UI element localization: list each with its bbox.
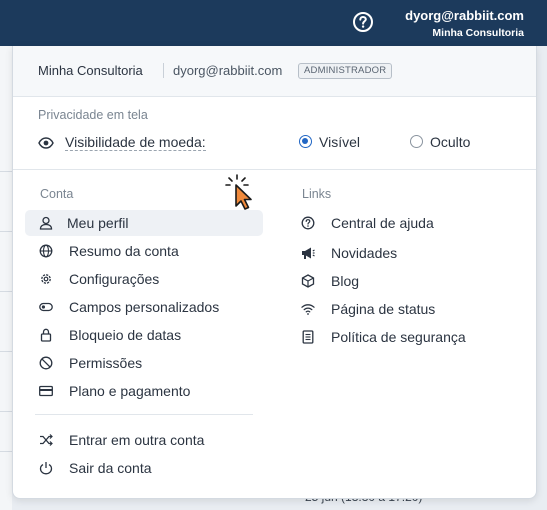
- cube-icon: [301, 274, 315, 288]
- account-dropdown-menu: Minha Consultoria dyorg@rabbiit.com ADMI…: [12, 46, 537, 499]
- menu-item-plan-payment[interactable]: Plano e pagamento: [39, 378, 263, 404]
- menu-item-news[interactable]: Novidades: [301, 240, 521, 266]
- menu-item-label: Central de ajuda: [331, 215, 434, 231]
- menu-item-label: Política de segurança: [331, 329, 466, 345]
- menu-item-logout[interactable]: Sair da conta: [39, 455, 263, 481]
- menu-item-security-policy[interactable]: Política de segurança: [301, 324, 521, 350]
- radio-hidden-label[interactable]: Oculto: [430, 134, 470, 150]
- radio-visible[interactable]: [299, 135, 312, 148]
- menu-item-label: Bloqueio de datas: [69, 327, 182, 343]
- menu-item-label: Página de status: [331, 301, 436, 317]
- shuffle-icon: [40, 434, 53, 446]
- privacy-section-title: Privacidade em tela: [38, 108, 148, 122]
- menu-item-label: Novidades: [331, 245, 398, 261]
- currency-visibility-label: Visibilidade de moeda:: [65, 134, 206, 151]
- menu-item-settings[interactable]: Configurações: [39, 266, 263, 292]
- menu-item-label: Resumo da conta: [69, 243, 179, 259]
- menu-item-blog[interactable]: Blog: [301, 268, 521, 294]
- ban-icon: [39, 356, 53, 370]
- background-divider: [0, 411, 12, 412]
- menu-item-label: Campos personalizados: [69, 299, 220, 315]
- background-page: [0, 46, 12, 510]
- account-section-title: Conta: [40, 187, 74, 201]
- document-icon: [302, 330, 314, 344]
- dropdown-header: Minha Consultoria dyorg@rabbiit.com ADMI…: [13, 46, 536, 97]
- toggle-icon: [39, 302, 53, 312]
- megaphone-icon: [302, 247, 315, 259]
- header-email: dyorg@rabbiit.com: [173, 63, 283, 78]
- globe-icon: [39, 244, 53, 258]
- organization-name: Minha Consultoria: [38, 63, 143, 78]
- menu-item-my-profile[interactable]: Meu perfil: [25, 210, 263, 236]
- credit-card-icon: [39, 385, 53, 397]
- eye-icon: [38, 137, 54, 149]
- menu-item-switch-account[interactable]: Entrar em outra conta: [39, 427, 263, 453]
- gear-icon: [41, 274, 51, 284]
- background-divider: [0, 231, 12, 232]
- menu-item-label: Meu perfil: [67, 215, 129, 231]
- menu-item-label: Configurações: [69, 271, 160, 287]
- menu-item-label: Permissões: [69, 355, 143, 371]
- top-navigation-bar: dyorg@rabbiit.com Minha Consultoria: [0, 0, 547, 46]
- section-divider: [13, 169, 536, 170]
- question-circle-icon[interactable]: [352, 11, 374, 33]
- radio-hidden[interactable]: [410, 135, 423, 148]
- account-divider: [35, 414, 253, 415]
- menu-item-label: Sair da conta: [69, 460, 152, 476]
- radio-visible-label[interactable]: Visível: [319, 134, 360, 150]
- user-organization[interactable]: Minha Consultoria: [432, 27, 524, 39]
- power-icon: [39, 462, 53, 475]
- links-section-title: Links: [302, 187, 332, 201]
- menu-item-date-lock[interactable]: Bloqueio de datas: [39, 322, 263, 348]
- user-email[interactable]: dyorg@rabbiit.com: [405, 8, 524, 23]
- background-divider: [0, 171, 12, 172]
- wifi-icon: [301, 304, 315, 315]
- menu-item-label: Plano e pagamento: [69, 383, 191, 399]
- user-icon: [39, 216, 53, 230]
- menu-item-label: Entrar em outra conta: [69, 432, 205, 448]
- role-badge: ADMINISTRADOR: [298, 63, 393, 79]
- lock-icon: [40, 328, 52, 342]
- background-divider: [0, 351, 12, 352]
- menu-item-help-center[interactable]: Central de ajuda: [301, 210, 521, 236]
- menu-item-status-page[interactable]: Página de status: [301, 296, 521, 322]
- menu-item-label: Blog: [331, 273, 360, 289]
- header-separator: [163, 63, 164, 78]
- pointer-cursor-icon: [225, 174, 252, 210]
- menu-item-account-summary[interactable]: Resumo da conta: [39, 238, 263, 264]
- background-divider: [0, 291, 12, 292]
- help-circle-icon: [301, 216, 315, 230]
- background-divider: [0, 451, 12, 452]
- menu-item-custom-fields[interactable]: Campos personalizados: [39, 294, 263, 320]
- menu-item-permissions[interactable]: Permissões: [39, 350, 263, 376]
